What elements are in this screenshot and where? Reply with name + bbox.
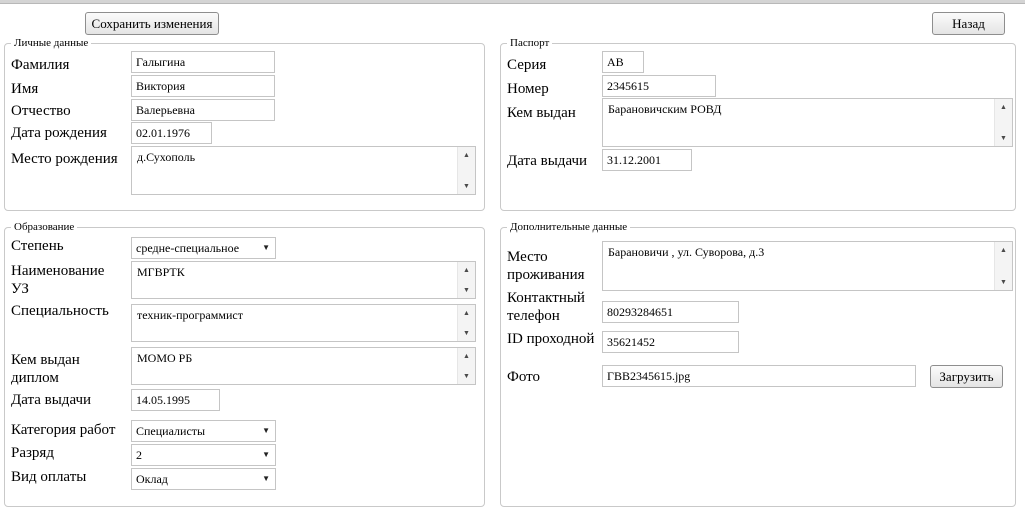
scroll-down-arrow-icon[interactable]: ▼	[458, 285, 475, 295]
phone-label: Контактный телефон	[507, 289, 599, 325]
photo-label: Фото	[507, 369, 541, 385]
scroll-down-arrow-icon[interactable]: ▼	[995, 133, 1012, 143]
diploma-issue-date-label: Дата выдачи	[11, 392, 92, 408]
passport-number-label: Номер	[507, 81, 549, 97]
degree-select[interactable]: средне-специальное ▼	[131, 237, 276, 259]
surname-label: Фамилия	[11, 57, 70, 73]
chevron-down-icon[interactable]: ▼	[262, 469, 270, 489]
diploma-issuer-scrollbar[interactable]: ▲ ▼	[457, 348, 475, 384]
scroll-down-arrow-icon[interactable]: ▼	[458, 371, 475, 381]
birthplace-textarea[interactable]: д.Сухополь ▲ ▼	[131, 146, 476, 195]
passport-issue-date-input[interactable]: 31.12.2001	[602, 149, 692, 171]
name-input[interactable]: Виктория	[131, 75, 275, 97]
grade-value: 2	[136, 448, 142, 462]
pass-id-label: ID проходной	[507, 331, 595, 347]
phone-label-text: Контактный телефон	[507, 290, 585, 324]
birthdate-label: Дата рождения	[11, 125, 107, 141]
birthdate-input[interactable]: 02.01.1976	[131, 122, 212, 144]
back-button[interactable]: Назад	[932, 12, 1005, 35]
specialty-value: техник-программист	[137, 308, 243, 322]
institution-textarea[interactable]: МГВРТК ▲ ▼	[131, 261, 476, 299]
diploma-issuer-label-text: Кем выдан диплом	[11, 352, 80, 386]
chevron-down-icon[interactable]: ▼	[262, 445, 270, 465]
scroll-down-arrow-icon[interactable]: ▼	[458, 328, 475, 338]
residence-label: Место проживания	[507, 248, 597, 284]
education-legend: Образование	[11, 221, 78, 234]
birthplace-label: Место рождения	[11, 151, 118, 167]
passport-issued-by-textarea[interactable]: Барановичским РОВД ▲ ▼	[602, 98, 1013, 147]
passport-issued-by-scrollbar[interactable]: ▲ ▼	[994, 99, 1012, 146]
chevron-down-icon[interactable]: ▼	[262, 238, 270, 258]
institution-label: Наименование УЗ	[11, 262, 126, 298]
work-category-label: Категория работ	[11, 422, 116, 438]
passport-issued-by-label: Кем выдан	[507, 105, 576, 121]
passport-series-label: Серия	[507, 57, 547, 73]
scroll-down-arrow-icon[interactable]: ▼	[458, 181, 475, 191]
work-category-value: Специалисты	[136, 424, 206, 438]
work-category-select[interactable]: Специалисты ▼	[131, 420, 276, 442]
specialty-scrollbar[interactable]: ▲ ▼	[457, 305, 475, 341]
scroll-up-arrow-icon[interactable]: ▲	[995, 245, 1012, 255]
grade-select[interactable]: 2 ▼	[131, 444, 276, 466]
chevron-down-icon[interactable]: ▼	[262, 421, 270, 441]
additional-data-legend: Дополнительные данные	[507, 221, 631, 234]
payment-type-value: Оклад	[136, 472, 168, 486]
upload-button[interactable]: Загрузить	[930, 365, 1003, 388]
pass-id-input[interactable]: 35621452	[602, 331, 739, 353]
residence-textarea[interactable]: Барановичи , ул. Суворова, д.3 ▲ ▼	[602, 241, 1013, 291]
diploma-issuer-value: МОМО РБ	[137, 351, 193, 365]
diploma-issue-date-input[interactable]: 14.05.1995	[131, 389, 220, 411]
passport-legend: Паспорт	[507, 37, 553, 50]
payment-type-label: Вид оплаты	[11, 469, 87, 485]
birthplace-scrollbar[interactable]: ▲ ▼	[457, 147, 475, 194]
name-label: Имя	[11, 81, 39, 97]
residence-label-text: Место проживания	[507, 249, 585, 283]
residence-value: Барановичи , ул. Суворова, д.3	[608, 245, 765, 259]
personal-data-legend: Личные данные	[11, 37, 92, 50]
scroll-down-arrow-icon[interactable]: ▼	[995, 277, 1012, 287]
grade-label: Разряд	[11, 445, 54, 461]
degree-value: средне-специальное	[136, 241, 240, 255]
phone-input[interactable]: 80293284651	[602, 301, 739, 323]
surname-input[interactable]: Галыгина	[131, 51, 275, 73]
window-top-edge	[0, 0, 1025, 4]
scroll-up-arrow-icon[interactable]: ▲	[458, 351, 475, 361]
scroll-up-arrow-icon[interactable]: ▲	[995, 102, 1012, 112]
specialty-textarea[interactable]: техник-программист ▲ ▼	[131, 304, 476, 342]
scroll-up-arrow-icon[interactable]: ▲	[458, 308, 475, 318]
diploma-issuer-label: Кем выдан диплом	[11, 351, 121, 387]
birthplace-value: д.Сухополь	[137, 150, 196, 164]
payment-type-select[interactable]: Оклад ▼	[131, 468, 276, 490]
scroll-up-arrow-icon[interactable]: ▲	[458, 150, 475, 160]
residence-scrollbar[interactable]: ▲ ▼	[994, 242, 1012, 290]
patronymic-input[interactable]: Валерьевна	[131, 99, 275, 121]
institution-label-text: Наименование УЗ	[11, 263, 105, 297]
patronymic-label: Отчество	[11, 103, 71, 119]
scroll-up-arrow-icon[interactable]: ▲	[458, 265, 475, 275]
passport-number-input[interactable]: 2345615	[602, 75, 716, 97]
institution-value: МГВРТК	[137, 265, 185, 279]
passport-issued-by-value: Барановичским РОВД	[608, 102, 722, 116]
degree-label: Степень	[11, 238, 64, 254]
passport-series-input[interactable]: АВ	[602, 51, 644, 73]
photo-filename-input[interactable]: ГВВ2345615.jpg	[602, 365, 916, 387]
passport-issue-date-label: Дата выдачи	[507, 153, 588, 169]
diploma-issuer-textarea[interactable]: МОМО РБ ▲ ▼	[131, 347, 476, 385]
save-changes-button[interactable]: Сохранить изменения	[85, 12, 219, 35]
institution-scrollbar[interactable]: ▲ ▼	[457, 262, 475, 298]
specialty-label: Специальность	[11, 303, 109, 319]
